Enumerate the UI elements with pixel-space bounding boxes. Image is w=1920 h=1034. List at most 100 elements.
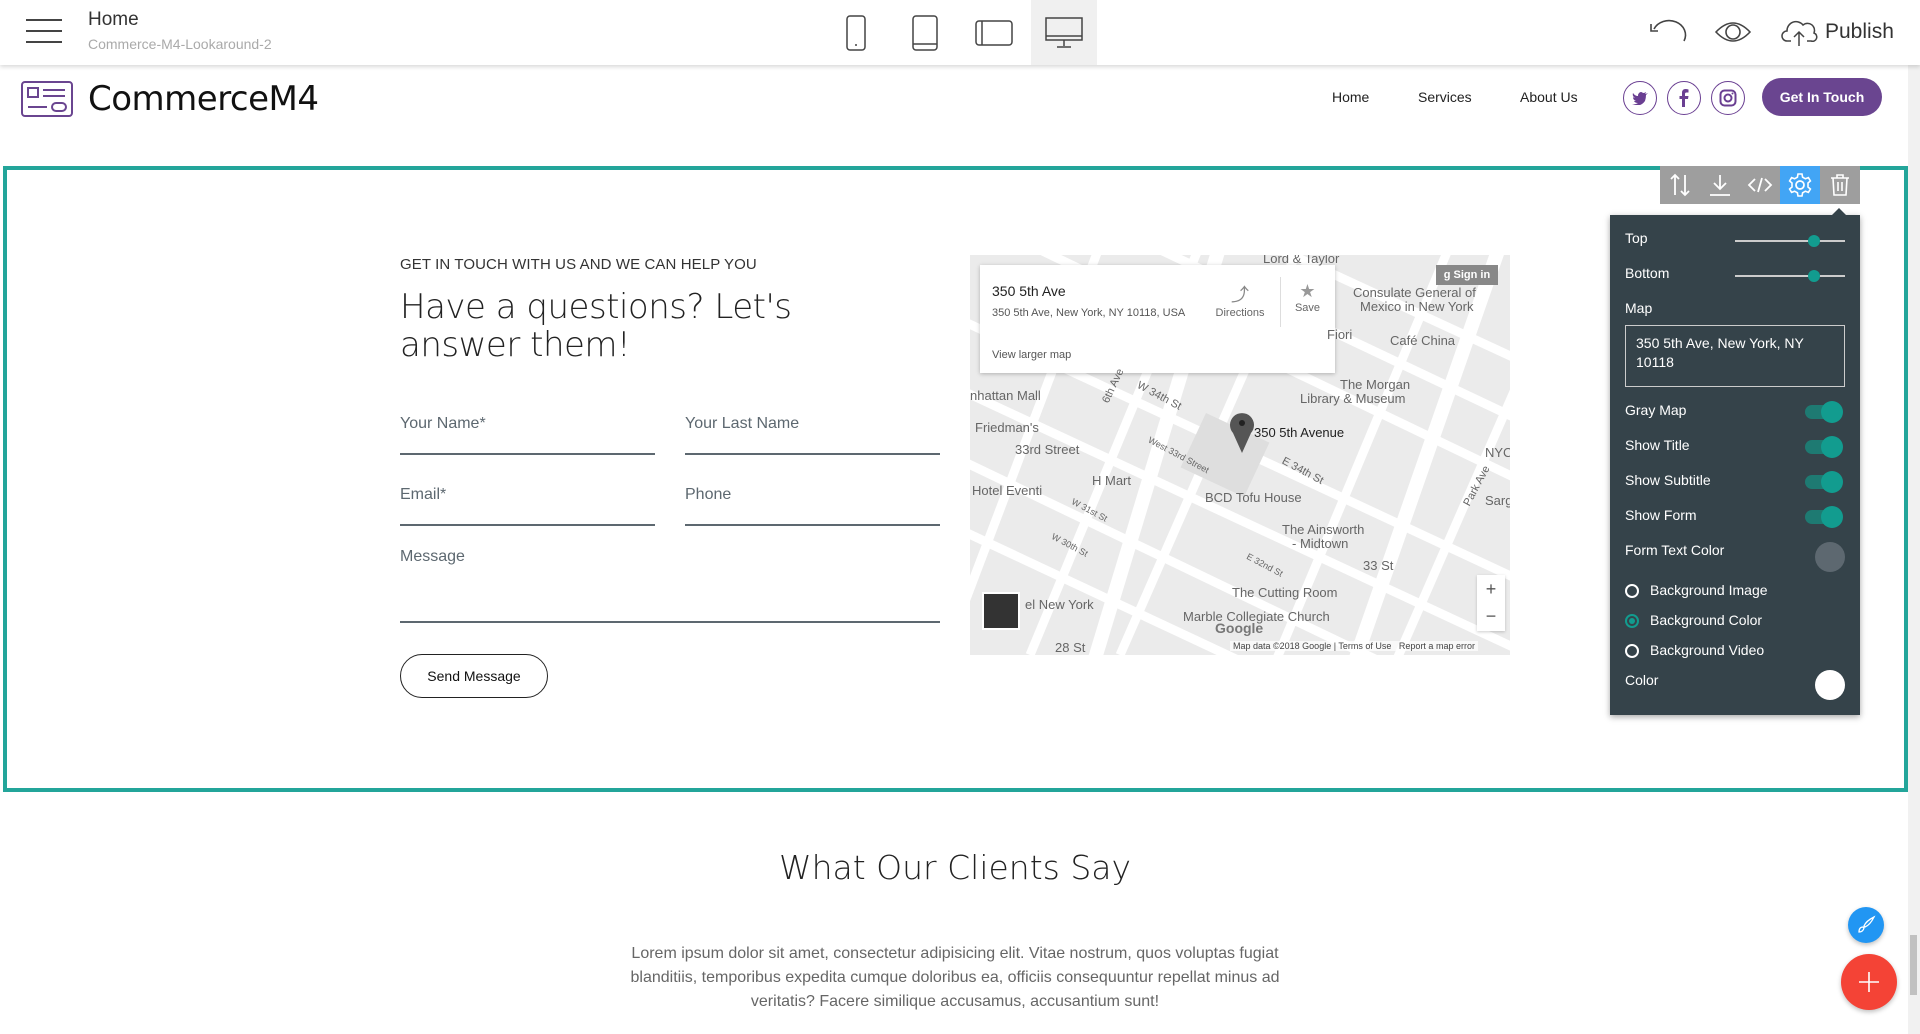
satellite-toggle-thumbnail[interactable] bbox=[982, 592, 1020, 630]
terms-link[interactable]: Terms of Use bbox=[1338, 641, 1391, 651]
top-padding-label: Top bbox=[1625, 230, 1648, 246]
map-address-label: Map bbox=[1625, 300, 1653, 316]
map-label: E 34th St bbox=[1279, 455, 1326, 487]
map-label: 33 St bbox=[1363, 558, 1394, 573]
background-color-swatch[interactable] bbox=[1815, 670, 1845, 700]
google-logo: Google bbox=[1215, 620, 1264, 636]
toggle-label: Gray Map bbox=[1625, 402, 1687, 418]
plus-icon bbox=[1859, 972, 1879, 992]
map-label: H Mart bbox=[1092, 473, 1131, 488]
nav-link-home[interactable]: Home bbox=[1332, 89, 1369, 105]
map-label: Lord & Taylor bbox=[1263, 255, 1340, 266]
site-navbar: CommerceM4 Home Services About Us Get In… bbox=[0, 65, 1910, 165]
toggle-label: Show Subtitle bbox=[1625, 472, 1711, 488]
top-padding-slider[interactable] bbox=[1735, 235, 1845, 247]
map-zoom-control: + − bbox=[1477, 575, 1505, 631]
last-name-input[interactable]: Your Last Name bbox=[685, 415, 940, 455]
form-text-color-swatch[interactable] bbox=[1815, 542, 1845, 572]
code-icon[interactable] bbox=[1740, 166, 1780, 204]
edit-style-button[interactable] bbox=[1848, 907, 1884, 943]
logo-icon[interactable] bbox=[21, 81, 73, 122]
background-video-radio[interactable] bbox=[1625, 644, 1639, 658]
map-data-text: Map data ©2018 Google bbox=[1233, 641, 1332, 651]
map-label: el New York bbox=[1025, 597, 1094, 612]
undo-icon[interactable] bbox=[1648, 14, 1688, 50]
mobile-icon[interactable] bbox=[823, 0, 889, 65]
phone-input[interactable]: Phone bbox=[685, 486, 940, 526]
color-label: Color bbox=[1625, 672, 1659, 688]
tablet-landscape-icon[interactable] bbox=[961, 0, 1027, 65]
toggle-label: Show Form bbox=[1625, 507, 1697, 523]
map-label: W 34th St bbox=[1135, 379, 1184, 413]
map-label: The Ainsworth bbox=[1282, 522, 1365, 537]
google-map[interactable]: 350 5th Ave 350 5th Ave, New York, NY 10… bbox=[970, 255, 1510, 655]
section-settings-panel: Top Bottom Map 350 5th Ave, New York, NY… bbox=[1610, 208, 1860, 715]
email-input[interactable]: Email* bbox=[400, 486, 655, 526]
map-label: 33rd Street bbox=[1015, 442, 1080, 457]
map-label: The Morgan bbox=[1340, 377, 1411, 392]
trash-icon[interactable] bbox=[1820, 166, 1860, 204]
tablet-icon[interactable] bbox=[892, 0, 958, 65]
radio-label: Background Color bbox=[1650, 612, 1763, 628]
map-label: NYC bbox=[1485, 445, 1510, 460]
radio-label: Background Video bbox=[1650, 642, 1765, 658]
twitter-icon[interactable] bbox=[1623, 81, 1657, 115]
slider-handle[interactable] bbox=[1808, 235, 1821, 247]
publish-label: Publish bbox=[1825, 20, 1894, 43]
scrollbar-thumb[interactable] bbox=[1910, 935, 1917, 995]
get-in-touch-button[interactable]: Get In Touch bbox=[1762, 78, 1882, 116]
brand-name[interactable]: CommerceM4 bbox=[88, 79, 319, 119]
report-error-link[interactable]: Report a map error bbox=[1399, 641, 1475, 651]
cloud-upload-icon bbox=[1781, 20, 1818, 46]
project-name: Commerce-M4-Lookaround-2 bbox=[88, 36, 272, 52]
map-label: The Cutting Room bbox=[1232, 585, 1338, 600]
zoom-in-button[interactable]: + bbox=[1477, 575, 1505, 603]
map-label: Sarg bbox=[1485, 493, 1510, 508]
map-label: 28 St bbox=[1055, 640, 1086, 655]
section-title: Have a questions? Let's answer them! bbox=[400, 287, 792, 365]
send-message-button[interactable]: Send Message bbox=[400, 654, 548, 698]
page-title: Home bbox=[88, 9, 139, 30]
background-image-radio[interactable] bbox=[1625, 584, 1639, 598]
map-labels: Lord & Taylor Consulate General of Mexic… bbox=[970, 255, 1510, 655]
section-toolbar bbox=[1660, 166, 1860, 204]
page-scrollbar[interactable] bbox=[1908, 65, 1920, 1034]
section-subtitle: GET IN TOUCH WITH US AND WE CAN HELP YOU bbox=[400, 256, 757, 273]
nav-link-services[interactable]: Services bbox=[1418, 89, 1472, 105]
bottom-padding-label: Bottom bbox=[1625, 265, 1670, 281]
publish-button[interactable]: Publish bbox=[1781, 14, 1894, 50]
map-label: nhattan Mall bbox=[970, 388, 1041, 403]
editor-topbar: Home Commerce-M4-Lookaround-2 Publish bbox=[0, 0, 1920, 65]
map-label: W 31st St bbox=[1069, 496, 1110, 524]
slider-handle[interactable] bbox=[1808, 270, 1821, 282]
zoom-out-button[interactable]: − bbox=[1477, 603, 1505, 631]
show-form-toggle[interactable] bbox=[1805, 506, 1843, 528]
show-subtitle-toggle[interactable] bbox=[1805, 471, 1843, 493]
download-icon[interactable] bbox=[1700, 166, 1740, 204]
gray-map-toggle[interactable] bbox=[1805, 401, 1843, 423]
map-label: Hotel Eventi bbox=[972, 483, 1043, 498]
nav-link-about[interactable]: About Us bbox=[1520, 89, 1578, 105]
background-color-radio[interactable] bbox=[1625, 614, 1639, 628]
testimonials-text: Lorem ipsum dolor sit amet, consectetur … bbox=[630, 945, 1280, 1010]
add-block-button[interactable] bbox=[1841, 954, 1897, 1010]
bottom-padding-slider[interactable] bbox=[1735, 270, 1845, 282]
facebook-icon[interactable] bbox=[1667, 81, 1701, 115]
menu-icon[interactable] bbox=[26, 19, 62, 45]
show-title-toggle[interactable] bbox=[1805, 436, 1843, 458]
first-name-input[interactable]: Your Name* bbox=[400, 415, 655, 455]
desktop-icon[interactable] bbox=[1031, 0, 1097, 65]
map-address-textarea[interactable]: 350 5th Ave, New York, NY 10118 bbox=[1625, 325, 1845, 387]
map-label: Consulate General of bbox=[1353, 285, 1476, 300]
preview-eye-icon[interactable] bbox=[1714, 14, 1752, 50]
map-label: West 33rd Street bbox=[1146, 434, 1211, 476]
map-attribution: Map data ©2018 Google | Terms of Use Rep… bbox=[1230, 641, 1478, 651]
move-icon[interactable] bbox=[1660, 166, 1700, 204]
radio-label: Background Image bbox=[1650, 582, 1768, 598]
map-label: - Midtown bbox=[1292, 536, 1349, 551]
map-label: 6th Ave bbox=[1100, 366, 1127, 406]
paintbrush-icon bbox=[1858, 915, 1876, 933]
message-textarea[interactable]: Message bbox=[400, 548, 940, 623]
gear-icon[interactable] bbox=[1780, 166, 1820, 204]
instagram-icon[interactable] bbox=[1711, 81, 1745, 115]
